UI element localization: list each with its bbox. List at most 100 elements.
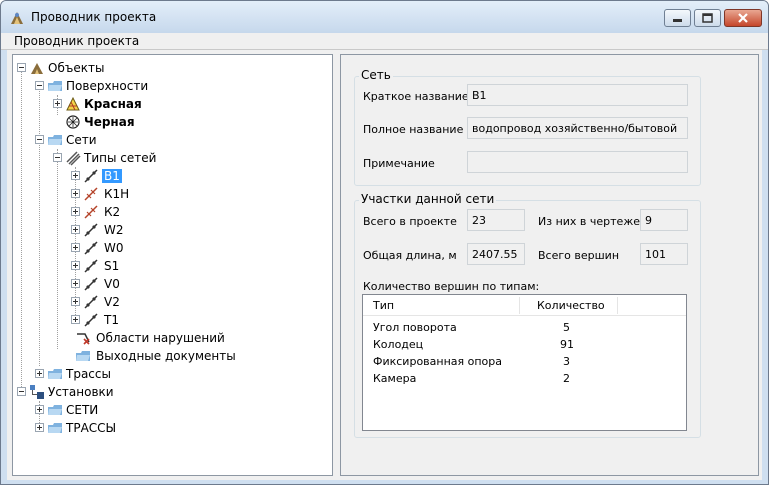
tree-label: К2 <box>104 205 121 219</box>
tree-node-surface-black[interactable]: Черная <box>13 113 313 131</box>
column-header-type[interactable]: Тип <box>373 299 394 319</box>
tree-node-routes[interactable]: Трассы <box>13 365 313 383</box>
tree-label: W2 <box>104 223 124 237</box>
tree-node-network-t1[interactable]: T1 <box>13 311 313 329</box>
objects-icon <box>31 63 43 74</box>
maximize-icon <box>702 13 713 23</box>
client-area: Объекты Поверхности Красная Черная Сети … <box>7 50 762 480</box>
tree-node-output-documents[interactable]: Выходные документы <box>13 347 313 365</box>
sections-group-title: Участки данной сети <box>359 192 497 206</box>
app-icon <box>11 12 23 24</box>
full-name-field[interactable]: водопровод хозяйственно/бытовой <box>467 117 688 139</box>
tree-node-objects[interactable]: Объекты <box>13 59 313 77</box>
vertices-by-type-list[interactable]: Тип Количество Угол поворота 5 Колодец 9… <box>362 294 687 431</box>
expand-icon[interactable] <box>71 171 80 180</box>
collapse-icon[interactable] <box>53 153 62 162</box>
row-type: Угол поворота <box>373 321 457 334</box>
minimize-button[interactable] <box>664 9 691 27</box>
pipe-icon <box>84 295 98 309</box>
table-row[interactable]: Колодец 91 <box>363 338 686 355</box>
pipe-icon <box>84 259 98 273</box>
tree-node-network-types[interactable]: Типы сетей <box>13 149 313 167</box>
tree-node-network-b1[interactable]: В1 <box>13 167 313 185</box>
tree-node-network-w0[interactable]: W0 <box>13 239 313 257</box>
sewer-pipe-icon <box>84 187 98 201</box>
total-vertices-field[interactable]: 101 <box>640 243 688 265</box>
tree-node-network-s1[interactable]: S1 <box>13 257 313 275</box>
expand-icon[interactable] <box>71 315 80 324</box>
table-row[interactable]: Камера 2 <box>363 372 686 389</box>
tree-node-network-w2[interactable]: W2 <box>13 221 313 239</box>
folder-icon <box>48 405 62 415</box>
expand-icon[interactable] <box>71 243 80 252</box>
black-surface-icon <box>66 115 80 129</box>
tree-label: Установки <box>48 385 114 399</box>
expand-icon[interactable] <box>71 225 80 234</box>
sewer-pipe-icon <box>84 205 98 219</box>
tree-node-violation-areas[interactable]: Области нарушений <box>13 329 313 347</box>
row-type: Камера <box>373 372 417 385</box>
network-group-title: Сеть <box>359 68 393 82</box>
tree-node-network-v2[interactable]: V2 <box>13 293 313 311</box>
pipe-icon <box>84 169 98 183</box>
tree-node-network-v0[interactable]: V0 <box>13 275 313 293</box>
expand-icon[interactable] <box>71 279 80 288</box>
project-tree[interactable]: Объекты Поверхности Красная Черная Сети … <box>12 54 333 476</box>
close-icon <box>738 13 748 23</box>
menu-item-project-explorer[interactable]: Проводник проекта <box>14 34 139 48</box>
expand-icon[interactable] <box>71 189 80 198</box>
collapse-icon[interactable] <box>35 81 44 90</box>
maximize-button[interactable] <box>694 9 721 27</box>
tree-label: Объекты <box>48 61 105 75</box>
expand-icon[interactable] <box>71 261 80 270</box>
table-row[interactable]: Фиксированная опора 3 <box>363 355 686 372</box>
tree-node-settings-networks[interactable]: СЕТИ <box>13 401 313 419</box>
column-divider <box>519 297 520 314</box>
row-count: 5 <box>563 321 570 334</box>
vertices-by-type-label: Количество вершин по типам: <box>363 280 540 293</box>
folder-icon <box>48 369 62 379</box>
table-row[interactable]: Угол поворота 5 <box>363 321 686 338</box>
close-button[interactable] <box>724 9 762 27</box>
tree-node-surfaces[interactable]: Поверхности <box>13 77 313 95</box>
tree-label: Области нарушений <box>96 331 225 345</box>
expand-icon[interactable] <box>35 369 44 378</box>
collapse-icon[interactable] <box>17 387 26 396</box>
in-drawing-field[interactable]: 9 <box>640 209 688 231</box>
tree-label: V2 <box>104 295 120 309</box>
column-divider <box>617 297 618 314</box>
total-in-project-field[interactable]: 23 <box>467 209 525 231</box>
pipe-icon <box>84 241 98 255</box>
expand-icon[interactable] <box>35 423 44 432</box>
tree-node-network-k1n[interactable]: К1Н <box>13 185 313 203</box>
collapse-icon[interactable] <box>17 63 26 72</box>
tree-node-networks[interactable]: Сети <box>13 131 313 149</box>
expand-icon[interactable] <box>35 405 44 414</box>
pipe-icon <box>84 277 98 291</box>
row-count: 91 <box>560 338 574 351</box>
minimize-icon <box>673 19 682 22</box>
red-surface-icon <box>66 96 80 111</box>
column-header-count[interactable]: Количество <box>537 299 605 319</box>
expand-icon[interactable] <box>71 207 80 216</box>
total-length-field[interactable]: 2407.55 <box>467 243 525 265</box>
expand-icon[interactable] <box>53 99 62 108</box>
tree-label: Черная <box>84 115 135 129</box>
note-field[interactable] <box>467 151 688 173</box>
tree-node-surface-red[interactable]: Красная <box>13 95 313 113</box>
list-header <box>363 295 686 316</box>
row-count: 3 <box>563 355 570 368</box>
tree-node-network-k2[interactable]: К2 <box>13 203 313 221</box>
title-bar[interactable]: Проводник проекта <box>1 1 768 33</box>
collapse-icon[interactable] <box>35 135 44 144</box>
note-label: Примечание <box>363 157 435 170</box>
tree-label: Типы сетей <box>84 151 157 165</box>
violation-areas-icon <box>77 333 90 345</box>
short-name-field[interactable]: В1 <box>467 84 688 106</box>
panel-splitter[interactable] <box>335 50 339 480</box>
menu-bar: Проводник проекта <box>1 33 768 50</box>
tree-label: Сети <box>66 133 97 147</box>
expand-icon[interactable] <box>71 297 80 306</box>
tree-node-settings[interactable]: Установки <box>13 383 313 401</box>
tree-node-settings-routes[interactable]: ТРАССЫ <box>13 419 313 437</box>
